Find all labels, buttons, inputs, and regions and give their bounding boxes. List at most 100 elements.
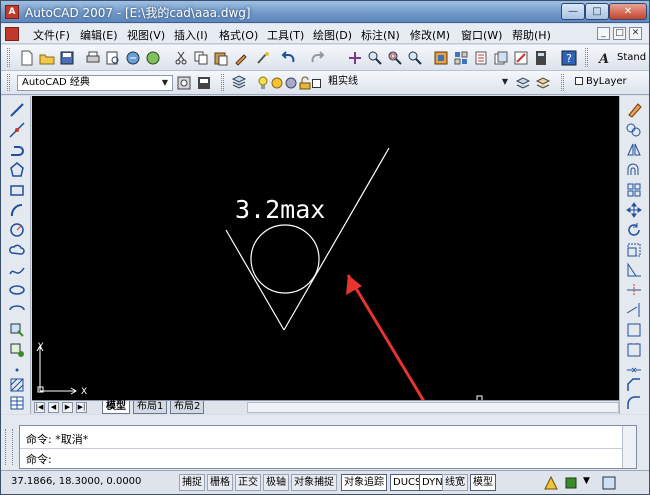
prev-tab-button[interactable]: ◀ [48, 402, 59, 413]
construction-line-icon[interactable] [8, 121, 26, 139]
circle-icon[interactable] [8, 221, 26, 239]
toggle-grid[interactable]: 栅格 [207, 474, 233, 491]
match-brush-icon[interactable] [255, 50, 271, 66]
hatch-icon[interactable] [8, 376, 26, 394]
design-center-icon[interactable] [453, 50, 469, 66]
autocad-app-icon[interactable]: A [5, 5, 19, 19]
tool-palettes-icon[interactable] [473, 50, 489, 66]
doc-minimize-button[interactable]: _ [597, 27, 610, 40]
menu-help[interactable]: 帮助(H) [512, 27, 551, 43]
properties-icon[interactable] [433, 50, 449, 66]
maximize-button[interactable]: □ [585, 3, 609, 20]
revision-cloud-icon[interactable] [8, 241, 26, 259]
offset-icon[interactable] [625, 161, 643, 179]
toggle-osnap[interactable]: 对象捕捉 [291, 474, 337, 491]
first-tab-button[interactable]: |◀ [34, 402, 45, 413]
toolbar-grip[interactable] [585, 48, 588, 67]
toggle-snap[interactable]: 捕捉 [179, 474, 205, 491]
cut-icon[interactable] [173, 50, 189, 66]
menu-modify[interactable]: 修改(M) [410, 27, 450, 43]
erase-icon[interactable] [625, 101, 643, 119]
save-icon[interactable] [59, 50, 75, 66]
close-button[interactable]: ✕ [609, 3, 647, 20]
markup-icon[interactable] [513, 50, 529, 66]
layer-manager-icon[interactable] [231, 75, 247, 91]
zoom-previous-icon[interactable] [407, 50, 423, 66]
menu-draw[interactable]: 绘图(D) [313, 27, 352, 43]
toggle-ortho[interactable]: 正交 [235, 474, 261, 491]
toolbar-grip[interactable] [7, 74, 10, 91]
new-icon[interactable] [19, 50, 35, 66]
statusbar-menu-chevron-icon[interactable]: ▼ [583, 476, 590, 486]
command-scrollbar[interactable] [622, 426, 636, 468]
undo-icon[interactable] [281, 50, 297, 66]
zoom-realtime-icon[interactable] [367, 50, 383, 66]
pan-icon[interactable] [347, 50, 363, 66]
layer-previous-icon[interactable] [535, 75, 551, 91]
rectangle-icon[interactable] [8, 181, 26, 199]
toggle-polar[interactable]: 极轴 [263, 474, 289, 491]
menu-tools[interactable]: 工具(T) [267, 27, 304, 43]
calculator-icon[interactable] [533, 50, 549, 66]
fillet-icon[interactable] [625, 394, 643, 412]
command-prompt[interactable]: 命令: [26, 451, 52, 467]
3d-dwf-icon[interactable] [145, 50, 161, 66]
print-preview-icon[interactable] [105, 50, 121, 66]
line-icon[interactable] [8, 101, 26, 119]
communication-center-icon[interactable] [563, 475, 579, 491]
redo-icon[interactable] [309, 50, 325, 66]
move-icon[interactable] [625, 201, 643, 219]
workspace-settings-icon[interactable] [176, 75, 192, 91]
menu-insert[interactable]: 插入(I) [174, 27, 208, 43]
rotate-icon[interactable] [625, 221, 643, 239]
text-style-icon[interactable]: A [597, 50, 613, 66]
insert-block-icon[interactable] [8, 321, 26, 339]
workspace-dropdown[interactable]: AutoCAD 经典 ▼ [17, 75, 173, 91]
break-icon[interactable] [625, 341, 643, 359]
mirror-icon[interactable] [625, 141, 643, 159]
polyline-icon[interactable] [8, 141, 26, 159]
text-style-label[interactable]: Stand [617, 52, 646, 63]
doc-close-button[interactable]: ✕ [629, 27, 642, 40]
array-icon[interactable] [625, 181, 643, 199]
menu-window[interactable]: 窗口(W) [461, 27, 502, 43]
coordinate-readout[interactable]: 37.1866, 18.3000, 0.0000 [11, 476, 141, 487]
toolbar-grip[interactable] [561, 74, 564, 91]
annotation-scale-icon[interactable] [543, 475, 559, 491]
document-icon[interactable] [5, 27, 19, 41]
drawing-area[interactable]: 3.2max Y X [32, 96, 619, 401]
sheet-set-icon[interactable] [493, 50, 509, 66]
command-history[interactable]: 命令: *取消* 命令: [19, 425, 637, 469]
tab-layout1[interactable]: 布局1 [133, 401, 168, 414]
toggle-model[interactable]: 模型 [470, 474, 496, 491]
break-at-point-icon[interactable] [625, 321, 643, 339]
paste-icon[interactable] [213, 50, 229, 66]
open-icon[interactable] [39, 50, 55, 66]
tab-model[interactable]: 模型 [102, 401, 130, 414]
make-object-layer-current-icon[interactable] [515, 75, 531, 91]
help-icon[interactable]: ? [561, 50, 577, 66]
next-tab-button[interactable]: ▶ [62, 402, 73, 413]
minimize-button[interactable]: — [561, 3, 585, 20]
match-properties-icon[interactable] [233, 50, 249, 66]
print-icon[interactable] [85, 50, 101, 66]
extend-icon[interactable] [625, 301, 643, 319]
tab-layout2[interactable]: 布局2 [170, 401, 205, 414]
color-dropdown[interactable]: ByLayer [571, 75, 647, 91]
chamfer-icon[interactable] [625, 376, 643, 394]
layer-dropdown[interactable]: 粗实线 ▼ [324, 75, 512, 91]
table-icon[interactable] [8, 394, 26, 412]
doc-restore-button[interactable]: □ [613, 27, 626, 40]
scale-icon[interactable] [625, 241, 643, 259]
menu-format[interactable]: 格式(O) [219, 27, 258, 43]
ellipse-icon[interactable] [8, 281, 26, 299]
stretch-icon[interactable] [625, 261, 643, 279]
workspace-save-icon[interactable] [196, 75, 212, 91]
toolbar-grip[interactable] [221, 74, 224, 91]
command-grip[interactable] [5, 429, 13, 465]
publish-icon[interactable] [125, 50, 141, 66]
copy-icon[interactable] [193, 50, 209, 66]
ellipse-arc-icon[interactable] [8, 301, 26, 319]
clean-screen-icon[interactable] [601, 475, 617, 491]
copy-object-icon[interactable] [625, 121, 643, 139]
